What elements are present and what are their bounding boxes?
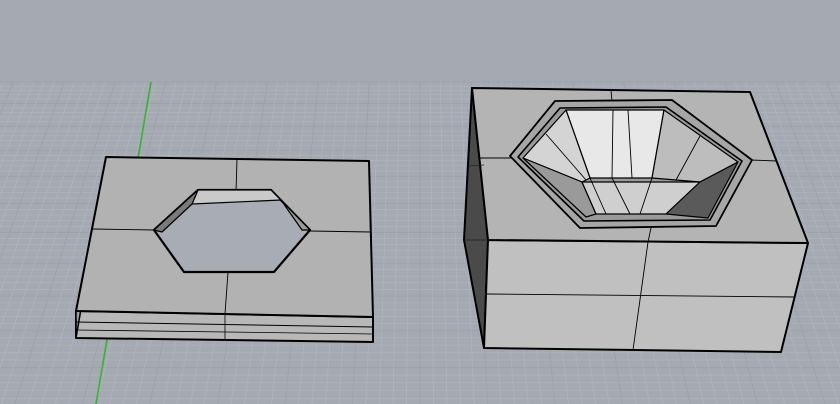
viewport-canvas[interactable] [0,0,840,404]
perspective-viewport[interactable] [0,0,840,404]
plate-with-hexagon-hole[interactable] [75,156,374,343]
block-with-hexagon-funnel[interactable] [463,87,809,353]
